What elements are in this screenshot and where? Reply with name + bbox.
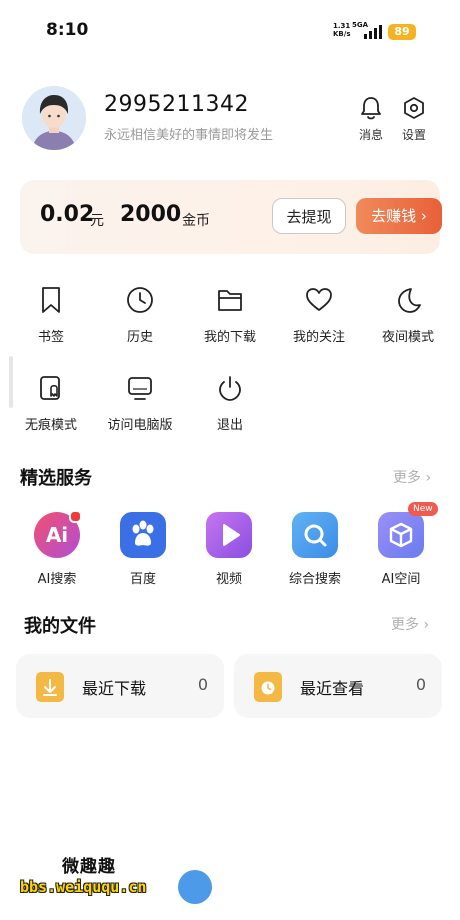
messages-button[interactable]: 消息 (351, 96, 391, 143)
battery-indicator: 89 (388, 24, 416, 40)
user-id[interactable]: 2995211342 (104, 92, 249, 117)
bookmarks-label: 书签 (37, 330, 64, 345)
clock-icon (261, 681, 275, 695)
status-time: 8:10 (46, 20, 89, 40)
bookmark-icon (42, 287, 60, 313)
download-file-icon (36, 672, 64, 702)
avatar-illustration (22, 86, 86, 150)
cash-unit: 元 (90, 213, 104, 229)
edge-handle (9, 356, 13, 408)
history-label: 历史 (126, 330, 153, 345)
night-mode-button[interactable]: 夜间模式 (366, 286, 450, 345)
services-more-label: 更多 (393, 470, 421, 486)
chevron-right-icon: › (416, 207, 427, 225)
recent-downloads-count: 0 (197, 675, 208, 694)
logout-button[interactable]: 退出 (188, 374, 272, 433)
settings-label: 设置 (401, 128, 426, 142)
cash-balance: 0.02 (40, 202, 95, 227)
files-more-link[interactable]: 更多 › (391, 614, 429, 634)
signal-icon (364, 25, 382, 39)
bell-icon (361, 97, 381, 120)
services-more-link[interactable]: 更多 › (393, 467, 431, 487)
service-baidu[interactable]: 百度 (103, 512, 183, 587)
watermark-title: 微趣趣 (62, 857, 116, 877)
recent-downloads-label: 最近下载 (82, 679, 147, 698)
service-ai-space[interactable]: New AI空间 (361, 502, 441, 587)
gear-icon (404, 97, 424, 119)
ai-search-icon-text: Ai (45, 523, 69, 547)
downloads-button[interactable]: 我的下载 (188, 286, 272, 345)
avatar[interactable] (22, 86, 86, 150)
clock-icon (127, 287, 153, 313)
settings-button[interactable]: 设置 (394, 96, 434, 143)
service-baidu-label: 百度 (129, 572, 156, 587)
site-watermark: 微趣趣 bbs.weiququ.cn (20, 852, 220, 908)
video-play-icon (206, 512, 252, 558)
service-general-search[interactable]: 综合搜索 (275, 512, 355, 587)
heart-icon (306, 288, 332, 311)
files-more-label: 更多 (391, 617, 419, 633)
download-arrow-icon (43, 679, 57, 696)
bookmarks-button[interactable]: 书签 (9, 286, 93, 345)
service-video-label: 视频 (215, 572, 242, 587)
recent-views-count: 0 (415, 675, 426, 694)
ai-space-cube-icon: New (378, 502, 438, 558)
network-speed: 1.31 KB/s (333, 22, 350, 38)
history-button[interactable]: 历史 (98, 286, 182, 345)
following-label: 我的关注 (292, 330, 345, 345)
notification-dot (69, 510, 82, 523)
ghost-icon (40, 376, 60, 400)
coin-balance: 2000 (120, 202, 182, 227)
recent-view-file-icon (254, 672, 282, 702)
cube-icon (389, 522, 413, 548)
service-video[interactable]: 视频 (189, 512, 269, 587)
service-ai-search[interactable]: Ai AI搜索 (17, 510, 97, 587)
incognito-button[interactable]: 无痕模式 (9, 374, 93, 433)
service-ai-search-label: AI搜索 (37, 572, 77, 587)
recent-downloads-card[interactable]: 最近下载 0 (16, 654, 224, 718)
night-mode-label: 夜间模式 (381, 330, 434, 345)
watermark-mascot-icon (178, 870, 212, 904)
network-speed-unit: KB/s (333, 30, 351, 38)
earn-money-label: 去赚钱 (371, 207, 417, 225)
moon-icon (398, 288, 421, 313)
coin-unit: 金币 (182, 213, 210, 229)
search-icon (292, 512, 338, 558)
watermark-url: bbs.weiququ.cn (20, 878, 147, 896)
monitor-icon (128, 377, 152, 400)
logout-label: 退出 (216, 418, 243, 433)
folder-icon (218, 290, 242, 311)
paw-icon (132, 520, 154, 546)
downloads-label: 我的下载 (203, 330, 256, 345)
user-motto: 永远相信美好的事情即将发生 (104, 128, 274, 143)
magnifier-icon (304, 524, 327, 547)
play-icon (223, 524, 240, 546)
chevron-right-icon: › (421, 470, 432, 486)
messages-label: 消息 (358, 128, 383, 142)
recent-views-label: 最近查看 (300, 679, 365, 698)
wallet-card: 0.02 元 2000 金币 去提现 去赚钱 › (20, 180, 442, 254)
status-bar: 8:10 1.31 KB/s 5GA 89 (0, 0, 460, 60)
service-general-search-label: 综合搜索 (288, 572, 341, 587)
new-badge: New (408, 502, 438, 516)
withdraw-button[interactable]: 去提现 (272, 198, 346, 234)
baidu-paw-icon (120, 512, 166, 558)
incognito-label: 无痕模式 (24, 418, 77, 433)
recent-views-card[interactable]: 最近查看 0 (234, 654, 442, 718)
ai-search-icon: Ai (34, 510, 82, 558)
files-title: 我的文件 (24, 616, 96, 637)
earn-money-button[interactable]: 去赚钱 › (356, 198, 442, 234)
power-icon (219, 376, 241, 401)
services-title: 精选服务 (20, 468, 92, 489)
service-ai-space-label: AI空间 (381, 572, 421, 587)
desktop-version-label: 访问电脑版 (107, 418, 173, 433)
network-speed-value: 1.31 (333, 22, 351, 30)
chevron-right-icon: › (419, 617, 430, 633)
following-button[interactable]: 我的关注 (277, 286, 361, 345)
desktop-version-button[interactable]: 访问电脑版 (98, 374, 182, 433)
